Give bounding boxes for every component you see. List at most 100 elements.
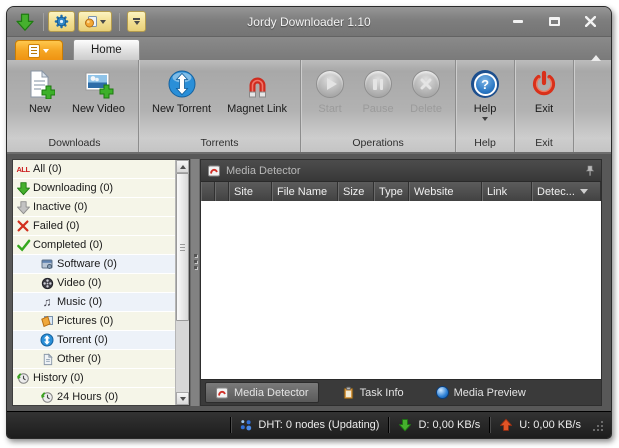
ribbon-group-torrents: New Torrent Magnet Link Torrents [139,60,302,152]
button-label: New Torrent [152,103,212,115]
tab-media-detector[interactable]: Media Detector [205,382,319,403]
sidebar-item-software[interactable]: Software (0) [13,255,175,274]
sidebar-item-inactive[interactable]: Inactive (0) [13,198,175,217]
group-label-torrents: Torrents [200,137,239,149]
scrollbar-thumb[interactable] [176,173,189,321]
help-button[interactable]: ? Help [462,65,508,123]
document-icon [37,352,57,366]
sidebar-item-torrent[interactable]: Torrent (0) [13,331,175,350]
sidebar-item-pictures[interactable]: Pictures (0) [13,312,175,331]
sidebar-item-music[interactable]: ♫ Music (0) [13,293,175,312]
ribbon-tab-row: Home [7,37,611,61]
tab-home[interactable]: Home [73,39,140,60]
settings-button[interactable] [48,11,75,32]
sidebar-item-downloading[interactable]: Downloading (0) [13,179,175,198]
title-bar[interactable]: Jordy Downloader 1.10 [7,7,611,37]
minimize-ribbon-button[interactable] [591,38,601,61]
dropdown-arrow-icon [43,48,49,53]
ribbon-group-exit: Exit Exit [515,60,575,152]
delete-x-icon [410,68,442,100]
column-select[interactable] [215,182,229,201]
new-torrent-button[interactable]: New Torrent [145,65,218,117]
all-icon: ALL [16,164,30,174]
app-logo-icon [15,12,35,32]
group-label-help: Help [474,137,496,149]
column-link[interactable]: Link [482,182,532,201]
start-button[interactable]: Start [307,65,353,117]
column-size[interactable]: Size [338,182,374,201]
scroll-up-button[interactable] [176,160,189,173]
tab-task-info[interactable]: Task Info [333,382,413,403]
media-detector-table-body[interactable] [201,201,601,379]
pin-button[interactable] [585,165,595,177]
sidebar-item-all[interactable]: ALL All (0) [13,160,175,179]
column-status[interactable] [201,182,215,201]
sidebar-scrollbar[interactable] [175,160,189,405]
scrollbar-track[interactable] [176,321,189,392]
customize-toolbar-button[interactable] [127,11,146,32]
pictures-icon [37,314,57,328]
new-video-button[interactable]: New Video [65,65,132,117]
media-preview-icon [435,386,449,399]
triangle-down-icon [179,396,186,401]
maximize-button[interactable] [547,15,561,29]
application-menu-button[interactable] [15,40,63,60]
media-detector-panel: Media Detector Site File Name Size Type … [200,159,602,406]
minimize-icon [513,20,523,23]
ribbon-group-downloads: New New Video Downloads [11,60,139,152]
ribbon: New New Video Downloads New Torrent Magn… [7,60,611,154]
bottom-tab-strip: Media Detector Task Info Media Preview [201,379,601,405]
quick-access-toolbar [48,11,146,32]
delete-button[interactable]: Delete [403,65,449,117]
picture-icon [84,15,98,29]
failed-x-icon [13,219,33,233]
dht-status: DHT: 0 nodes (Updating) [240,419,379,431]
ribbon-group-operations: Start Pause Delete Operations [301,60,457,152]
dropdown-arrow-icon [482,117,489,121]
media-detector-icon [207,164,221,178]
status-bar: DHT: 0 nodes (Updating) D: 0,00 KB/s U: … [7,411,611,438]
sidebar-item-24-hours[interactable]: 24 Hours (0) [13,388,175,405]
browser-button[interactable] [78,11,112,32]
column-site[interactable]: Site [229,182,272,201]
grip-dots-icon [601,429,603,431]
splitter-grip-icon [193,254,197,406]
sidebar-item-video[interactable]: Video (0) [13,274,175,293]
chevron-up-icon [591,38,601,61]
window-controls [511,15,603,29]
category-sidebar: ALL All (0) Downloading (0) Inactive (0) [12,159,190,406]
new-button[interactable]: New [17,65,63,117]
sidebar-item-other[interactable]: Other (0) [13,350,175,369]
resize-grip[interactable] [591,419,603,431]
column-website[interactable]: Website [409,182,482,201]
app-window: Jordy Downloader 1.10 Home New New Video… [6,6,612,439]
sidebar-item-failed[interactable]: Failed (0) [13,217,175,236]
button-label: New [28,103,51,115]
dht-status-text: DHT: 0 nodes (Updating) [258,419,380,431]
thumb-grip-icon [180,247,185,248]
pin-icon [585,165,595,176]
sidebar-item-completed[interactable]: Completed (0) [13,236,175,255]
sidebar-item-history[interactable]: History (0) [13,369,175,388]
sidebar-splitter[interactable] [190,159,200,406]
tab-media-preview[interactable]: Media Preview [427,382,535,403]
column-file-name[interactable]: File Name [272,182,338,201]
magnet-link-button[interactable]: Magnet Link [220,65,294,117]
power-icon [528,68,560,100]
dht-nodes-icon [240,419,252,431]
minimize-button[interactable] [511,15,525,29]
pause-icon [362,68,394,100]
scroll-down-button[interactable] [176,392,189,405]
upload-speed: U: 0,00 KB/s [499,418,581,432]
button-label: Exit [534,103,554,115]
divider [43,12,44,31]
button-label: Pause [362,103,394,115]
pause-button[interactable]: Pause [355,65,401,117]
column-detected[interactable]: Detec... [532,182,601,201]
torrent-small-icon [37,333,57,347]
group-label-operations: Operations [352,137,404,149]
new-video-icon [83,68,115,100]
exit-button[interactable]: Exit [521,65,567,117]
column-type[interactable]: Type [374,182,409,201]
close-button[interactable] [583,15,597,29]
